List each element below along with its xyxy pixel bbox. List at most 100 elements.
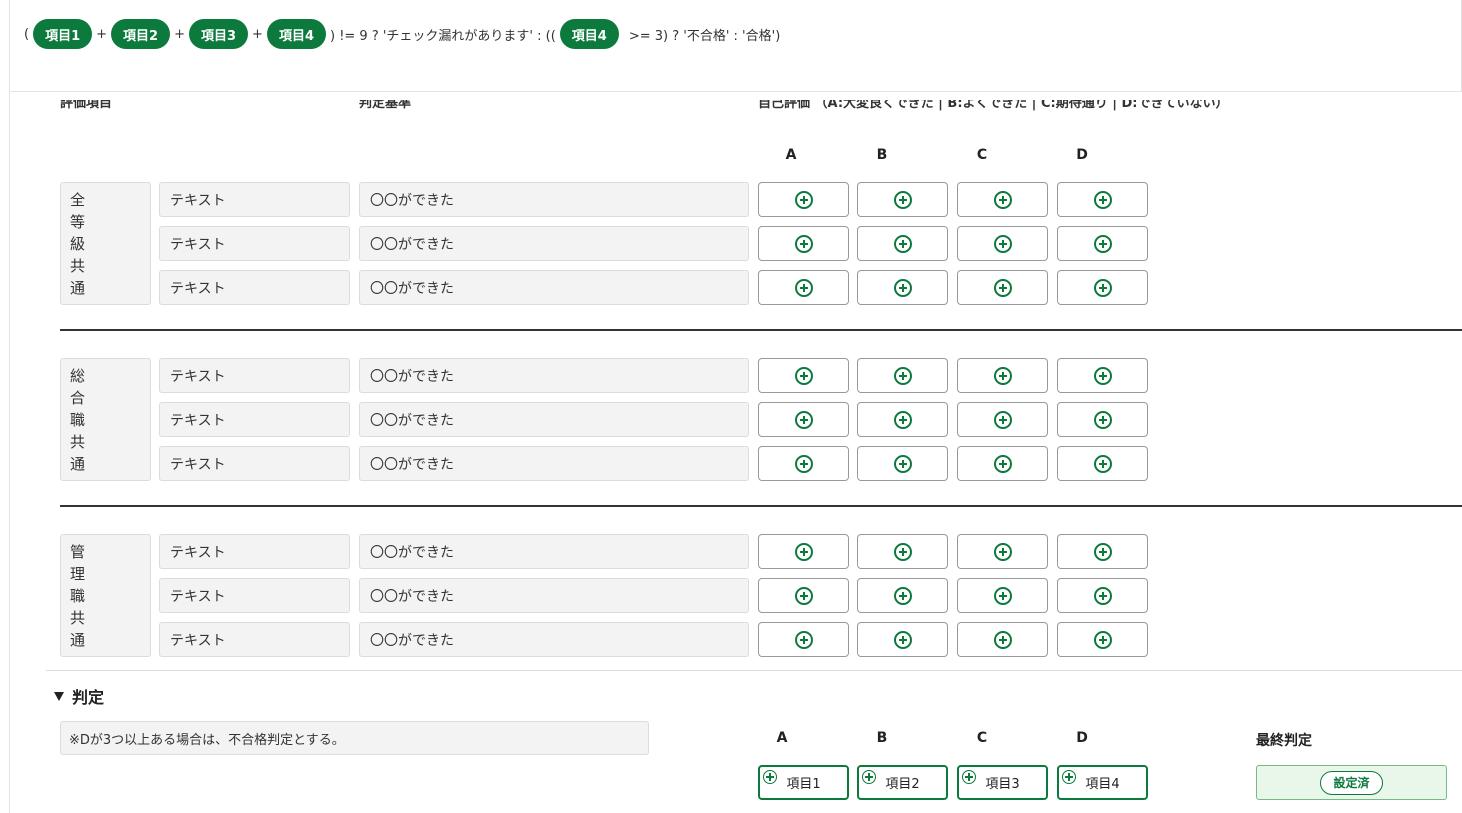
plus-circle-icon xyxy=(893,454,912,473)
plus-circle-icon xyxy=(993,586,1012,605)
group-label-all-grades: 全等級共通 xyxy=(60,182,151,305)
formula-token-item1[interactable]: 項目1 xyxy=(33,19,93,49)
add-a-button[interactable] xyxy=(758,622,849,657)
add-c-button[interactable] xyxy=(957,578,1048,613)
add-d-button[interactable] xyxy=(1057,182,1148,217)
criteria-cell: 〇〇ができた xyxy=(359,182,749,217)
formula-bar[interactable]: ( 項目1 + 項目2 + 項目3 + 項目4 ) != 9 ? 'チェック漏れ… xyxy=(9,0,1462,92)
judgement-column-a: A xyxy=(776,730,788,746)
section-divider xyxy=(46,670,1462,671)
add-d-button[interactable] xyxy=(1057,534,1148,569)
judgement-column-d: D xyxy=(1076,730,1088,746)
header-self-evaluation: 自己評価 （A:大変良くできた | B:よくできた | C:期待通り | D:で… xyxy=(758,100,1229,111)
add-c-button[interactable] xyxy=(957,182,1048,217)
plus-circle-icon xyxy=(862,770,876,784)
group-label-management: 管理職共通 xyxy=(60,534,151,657)
add-c-button[interactable] xyxy=(957,358,1048,393)
plus-circle-icon xyxy=(993,190,1012,209)
criteria-cell: 〇〇ができた xyxy=(359,270,749,305)
plus-circle-icon xyxy=(893,190,912,209)
column-label-a: A xyxy=(785,147,797,163)
add-d-button[interactable] xyxy=(1057,402,1148,437)
add-d-button[interactable] xyxy=(1057,226,1148,261)
formula-expression[interactable]: ( 項目1 + 項目2 + 項目3 + 項目4 ) != 9 ? 'チェック漏れ… xyxy=(20,18,784,50)
group-divider xyxy=(60,329,1462,331)
judgement-section-toggle[interactable]: 判定 xyxy=(54,684,104,708)
add-d-button[interactable] xyxy=(1057,358,1148,393)
criteria-cell: 〇〇ができた xyxy=(359,622,749,657)
add-a-button[interactable] xyxy=(758,534,849,569)
formula-operator: + xyxy=(96,26,108,42)
group-label-career-track: 総合職共通 xyxy=(60,358,151,481)
plus-circle-icon xyxy=(1093,278,1112,297)
add-b-button[interactable] xyxy=(857,446,948,481)
add-c-button[interactable] xyxy=(957,534,1048,569)
plus-circle-icon xyxy=(993,630,1012,649)
plus-circle-icon xyxy=(993,234,1012,253)
item-label: 項目3 xyxy=(985,777,1020,792)
formula-token-item3[interactable]: 項目3 xyxy=(188,19,249,49)
plus-circle-icon xyxy=(794,366,813,385)
column-label-b: B xyxy=(876,147,888,163)
plus-circle-icon xyxy=(1062,770,1076,784)
item-cell: テキスト xyxy=(159,182,350,217)
judgement-item1-button[interactable]: 項目1 xyxy=(758,765,849,800)
add-d-button[interactable] xyxy=(1057,446,1148,481)
judgement-column-c: C xyxy=(976,730,988,746)
plus-circle-icon xyxy=(1093,410,1112,429)
add-b-button[interactable] xyxy=(857,402,948,437)
item-cell: テキスト xyxy=(159,534,350,569)
formula-token-item2[interactable]: 項目2 xyxy=(111,19,171,49)
add-a-button[interactable] xyxy=(758,270,849,305)
add-d-button[interactable] xyxy=(1057,270,1148,305)
item-cell: テキスト xyxy=(159,226,350,261)
add-a-button[interactable] xyxy=(758,226,849,261)
add-c-button[interactable] xyxy=(957,270,1048,305)
judgement-item3-button[interactable]: 項目3 xyxy=(957,765,1048,800)
add-d-button[interactable] xyxy=(1057,622,1148,657)
plus-circle-icon xyxy=(993,410,1012,429)
add-b-button[interactable] xyxy=(857,226,948,261)
add-a-button[interactable] xyxy=(758,578,849,613)
add-b-button[interactable] xyxy=(857,534,948,569)
header-criteria: 判定基準 xyxy=(359,100,412,111)
judgement-item4-button[interactable]: 項目4 xyxy=(1057,765,1148,800)
criteria-cell: 〇〇ができた xyxy=(359,534,749,569)
add-b-button[interactable] xyxy=(857,578,948,613)
final-judgement-box[interactable]: 設定済 xyxy=(1256,765,1447,800)
add-a-button[interactable] xyxy=(758,182,849,217)
judgement-column-b: B xyxy=(876,730,888,746)
judgement-item2-button[interactable]: 項目2 xyxy=(857,765,948,800)
criteria-cell: 〇〇ができた xyxy=(359,402,749,437)
formula-token-item4[interactable]: 項目4 xyxy=(266,19,326,49)
add-a-button[interactable] xyxy=(758,446,849,481)
add-b-button[interactable] xyxy=(857,622,948,657)
add-c-button[interactable] xyxy=(957,226,1048,261)
item-label: 項目1 xyxy=(786,777,821,792)
item-cell: テキスト xyxy=(159,270,350,305)
add-d-button[interactable] xyxy=(1057,578,1148,613)
plus-circle-icon xyxy=(893,234,912,253)
add-b-button[interactable] xyxy=(857,358,948,393)
plus-circle-icon xyxy=(893,278,912,297)
plus-circle-icon xyxy=(794,586,813,605)
formula-text: >= 3) ? '不合格' : '合格') xyxy=(628,28,781,44)
add-c-button[interactable] xyxy=(957,622,1048,657)
item-cell: テキスト xyxy=(159,578,350,613)
plus-circle-icon xyxy=(893,586,912,605)
final-judgement-status[interactable]: 設定済 xyxy=(1320,770,1383,795)
add-b-button[interactable] xyxy=(857,270,948,305)
formula-token-item4-second[interactable]: 項目4 xyxy=(559,19,619,49)
add-c-button[interactable] xyxy=(957,446,1048,481)
formula-operator: + xyxy=(174,26,185,42)
criteria-cell: 〇〇ができた xyxy=(359,226,749,261)
add-c-button[interactable] xyxy=(957,402,1048,437)
plus-circle-icon xyxy=(794,190,813,209)
add-a-button[interactable] xyxy=(758,358,849,393)
plus-circle-icon xyxy=(893,542,912,561)
plus-circle-icon xyxy=(1093,366,1112,385)
criteria-cell: 〇〇ができた xyxy=(359,446,749,481)
add-b-button[interactable] xyxy=(857,182,948,217)
item-cell: テキスト xyxy=(159,402,350,437)
add-a-button[interactable] xyxy=(758,402,849,437)
